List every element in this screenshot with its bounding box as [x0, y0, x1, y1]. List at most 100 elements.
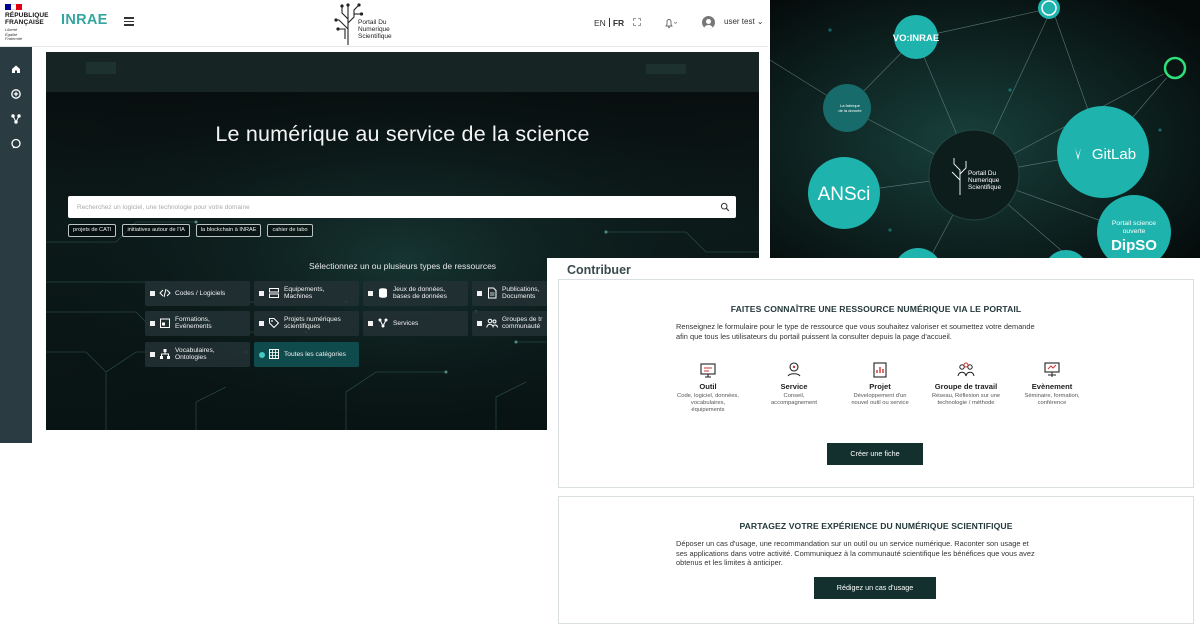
network-diagram-image: VO:INRAE La fabrique de la donnée ANSci …: [770, 0, 1200, 258]
type-label: Projets numériques scientifiques: [284, 316, 341, 331]
lang-en[interactable]: EN: [594, 18, 606, 28]
home-icon[interactable]: [8, 61, 24, 77]
write-use-case-button[interactable]: Rédigez un cas d'usage: [814, 577, 936, 599]
category-service[interactable]: Service Conseil, accompagnement: [749, 360, 839, 407]
checkbox[interactable]: [368, 321, 373, 326]
monitor-icon: [700, 363, 716, 378]
checkbox[interactable]: [477, 321, 482, 326]
tag-blockchain[interactable]: la blockchain à INRAE: [195, 224, 262, 237]
tag-cahier-labo[interactable]: cahier de labo: [267, 224, 313, 237]
category-evenement[interactable]: Evènement Séminaire, formation, conféren…: [1007, 360, 1097, 407]
node-dipso-mid: ouverte: [1123, 228, 1146, 235]
type-codes-logiciels[interactable]: Codes / Logiciels: [145, 281, 250, 306]
create-sheet-button[interactable]: Créer une fiche: [827, 443, 923, 465]
hierarchy-icon: [160, 349, 170, 359]
node-portal-line-2: Numerique: [968, 177, 1000, 184]
top-header: RÉPUBLIQUE FRANÇAISE Liberté Égalité Fra…: [0, 0, 768, 47]
type-equipements[interactable]: Equipements, Machines: [254, 281, 359, 306]
checkbox[interactable]: [368, 291, 373, 296]
database-icon: [379, 288, 387, 298]
document-icon: [488, 287, 497, 299]
left-sidebar: [0, 47, 32, 443]
suggestion-tags: projets de CATI initiatives autour de l'…: [68, 224, 313, 238]
faire-connaitre-card: FAITES CONNAÎTRE UNE RESSOURCE NUMÉRIQUE…: [558, 279, 1194, 488]
fullscreen-icon[interactable]: [633, 18, 641, 26]
inrae-logo[interactable]: INRAE: [61, 12, 108, 28]
tag-initiatives-ia[interactable]: initiatives autour de l'IA: [122, 224, 190, 237]
group-icon: [957, 362, 975, 377]
checkbox[interactable]: [150, 352, 155, 357]
node-portal-line-1: Portail Du: [968, 170, 997, 177]
node-fabrique-line-2: de la donnée: [838, 108, 862, 113]
node-vo-inrae: VO:INRAE: [893, 33, 939, 44]
partner-network-graphic: VO:INRAE La fabrique de la donnée ANSci …: [770, 0, 1200, 258]
category-outil[interactable]: Outil Code, logiciel, données, vocabulai…: [663, 360, 753, 413]
checkbox[interactable]: [150, 321, 155, 326]
type-toutes-categories[interactable]: Toutes les catégories: [254, 342, 359, 367]
grid-icon: [269, 349, 279, 359]
category-desc: Développement d'un nouvel outil ou servi…: [851, 393, 909, 406]
partagez-heading: PARTAGEZ VOTRE EXPÉRIENCE DU NUMÉRIQUE S…: [739, 521, 1013, 531]
user-menu[interactable]: user test ⌄: [724, 17, 764, 26]
type-formations[interactable]: Formations, Evénements: [145, 311, 250, 336]
type-label: Equipements, Machines: [284, 286, 325, 301]
faire-connaitre-heading: FAITES CONNAÎTRE UNE RESSOURCE NUMÉRIQUE…: [730, 304, 1022, 314]
partagez-desc-line-2: ses applications dans votre activité. Co…: [676, 548, 1035, 558]
node-gitlab: GitLab: [1092, 146, 1136, 163]
add-circle-icon[interactable]: [8, 86, 24, 102]
search-icon[interactable]: [720, 202, 730, 212]
faire-connaitre-desc-line-1: Renseignez le formulaire pour le type de…: [676, 322, 1035, 331]
category-desc: Réseau, Réflexion sur une technologie / …: [931, 393, 1001, 406]
portal-name-line-2: Numerique: [358, 26, 390, 34]
user-avatar-icon[interactable]: [702, 16, 715, 29]
partagez-experience-card: PARTAGEZ VOTRE EXPÉRIENCE DU NUMÉRIQUE S…: [558, 496, 1194, 624]
category-name: Service: [780, 382, 808, 391]
hamburger-menu-icon[interactable]: [124, 17, 134, 26]
tag-projets-cati[interactable]: projets de CATI: [68, 224, 117, 237]
category-name: Groupe de travail: [934, 382, 998, 391]
checkbox[interactable]: [477, 291, 482, 296]
french-flag-icon: [5, 4, 23, 10]
chat-bubble-icon[interactable]: [8, 136, 24, 152]
lang-fr[interactable]: FR: [613, 18, 624, 28]
code-icon: [159, 288, 171, 298]
category-name: Evènement: [1031, 382, 1073, 391]
share-nodes-icon[interactable]: [8, 111, 24, 127]
republique-francaise-logo[interactable]: RÉPUBLIQUE FRANÇAISE Liberté Égalité Fra…: [5, 4, 51, 42]
category-desc: Séminaire, formation, conférence: [1024, 393, 1080, 406]
node-dipso-brand: DipSO: [1111, 237, 1157, 254]
motto-line-3: Fraternité: [5, 36, 23, 42]
contribuer-panel: Contribuer FAITES CONNAÎTRE UNE RESSOURC…: [547, 258, 1200, 628]
partagez-desc-line-3: obtenus et les limites à anticiper.: [676, 558, 783, 568]
checkbox[interactable]: [259, 321, 264, 326]
category-name: Projet: [869, 382, 891, 391]
server-icon: [269, 288, 279, 298]
node-dipso-top: Portail science: [1112, 220, 1156, 227]
search-input[interactable]: [68, 196, 708, 218]
radio-selected[interactable]: [259, 351, 265, 358]
portal-name-line-3: Scientifique: [358, 33, 392, 41]
users-icon: [486, 318, 498, 328]
type-jeux-donnees[interactable]: Jeux de données, bases de données: [363, 281, 468, 306]
event-icon: [1044, 362, 1060, 377]
notifications-bell-icon[interactable]: [664, 16, 678, 29]
hero-title: Le numérique au service de la science: [215, 122, 590, 146]
category-projet[interactable]: Projet Développement d'un nouvel outil o…: [835, 360, 925, 407]
service-icon: [787, 362, 801, 377]
partagez-desc-line-1: Déposer un cas d'usage, une recommandati…: [676, 539, 1029, 548]
tag-icon: [269, 318, 280, 329]
checkbox[interactable]: [259, 291, 264, 296]
category-groupe-travail[interactable]: Groupe de travail Réseau, Réflexion sur …: [921, 360, 1011, 407]
node-portal-line-3: Scientifique: [968, 184, 1001, 191]
republique-line-1: RÉPUBLIQUE: [5, 12, 49, 19]
checkbox[interactable]: [150, 291, 155, 296]
type-label: Formations, Evénements: [175, 316, 212, 331]
type-label: Jeux de données, bases de données: [393, 286, 447, 301]
type-projets-numeriques[interactable]: Projets numériques scientifiques: [254, 311, 359, 336]
type-label: Vocabulaires, Ontologies: [175, 347, 215, 362]
contribuer-title: Contribuer: [567, 263, 631, 277]
type-vocabulaires[interactable]: Vocabulaires, Ontologies: [145, 342, 250, 367]
portal-logo[interactable]: Portail Du Numerique Scientifique: [334, 0, 406, 46]
calendar-icon: [160, 318, 170, 328]
type-services[interactable]: Services: [363, 311, 468, 336]
